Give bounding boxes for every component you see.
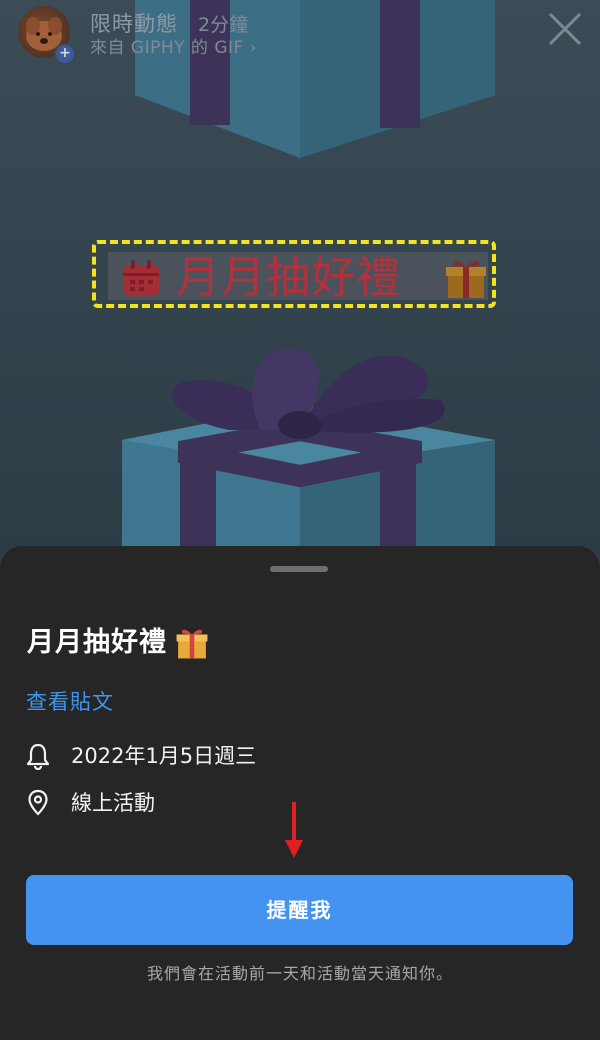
notification-note: 我們會在活動前一天和活動當天通知你。: [146, 964, 453, 983]
event-location: 線上活動: [71, 791, 155, 815]
red-arrow-down-icon: [285, 802, 303, 858]
event-date: 2022年1月5日週三: [71, 744, 257, 768]
view-post-link[interactable]: 查看貼文: [26, 689, 114, 715]
bell-icon: [26, 743, 50, 770]
story-header: + 限時動態 2分鐘 來自 GIPHY 的 GIF ›: [18, 6, 582, 65]
gif-source-label: 來自 GIPHY 的 GIF: [90, 38, 244, 58]
chevron-right-icon: ›: [249, 38, 258, 58]
gift-icon: [176, 629, 208, 659]
gif-source-link[interactable]: 來自 GIPHY 的 GIF ›: [90, 33, 257, 58]
add-story-badge[interactable]: +: [54, 43, 76, 65]
event-bottom-sheet: 月月抽好禮 查看貼文 2022年1月5日週三 線上活動 提醒我 我們會在活動前一…: [0, 546, 600, 1040]
remind-me-button[interactable]: 提醒我: [26, 875, 573, 945]
event-title: 月月抽好禮: [27, 627, 167, 658]
close-icon: [548, 12, 582, 46]
sheet-drag-handle[interactable]: [270, 566, 328, 572]
calendar-icon: [123, 260, 159, 295]
close-button[interactable]: [548, 12, 582, 46]
event-sticker-title: 月月抽好禮: [176, 252, 401, 303]
location-pin-icon: [28, 789, 48, 816]
event-sticker-body: 月月抽好禮: [108, 252, 488, 303]
event-sticker[interactable]: 月月抽好禮: [92, 240, 496, 308]
gift-icon: [446, 260, 486, 298]
story-viewer: + 限時動態 2分鐘 來自 GIPHY 的 GIF › 月月抽好禮 月月抽好禮 …: [0, 0, 600, 1040]
